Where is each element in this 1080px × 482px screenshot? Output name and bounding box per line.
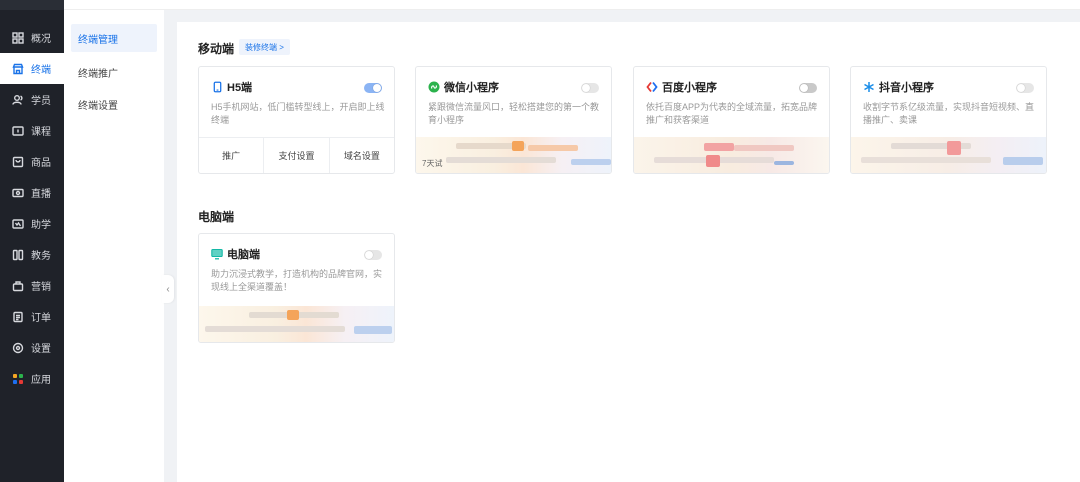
wechat-miniprogram-icon [428,81,440,93]
douyin-enable-toggle[interactable] [1016,83,1034,93]
course-icon [12,125,24,137]
users-icon [12,94,24,106]
card-title: H5端 [227,82,253,94]
goods-icon [12,156,24,168]
blurred-promo-banner: 7天试 [416,137,611,173]
baidu-miniprogram-icon [646,81,658,93]
douyin-miniprogram-card: 抖音小程序 收割字节系亿级流量，实现抖音短视频、直播推广、卖课 [850,66,1047,174]
nav-item-label: 学员 [31,96,51,107]
nav-item-apps[interactable]: 应用 [0,363,64,394]
nav-item-goods[interactable]: 商品 [0,146,64,177]
card-description: 收割字节系亿级流量，实现抖音短视频、直播推广、卖课 [863,102,1035,125]
pc-terminal-card: 电脑端 助力沉浸式教学，打造机构的品牌官网，实现线上全渠道覆盖！ [198,233,395,343]
nav-item-overview[interactable]: 概况 [0,22,64,53]
wechat-enable-toggle[interactable] [581,83,599,93]
nav-item-settings[interactable]: 设置 [0,332,64,363]
card-actions: 推广 支付设置 域名设置 [199,137,394,173]
nav-item-live[interactable]: 直播 [0,177,64,208]
nav-item-label: 直播 [31,189,51,200]
card-description: 助力沉浸式教学，打造机构的品牌官网，实现线上全渠道覆盖！ [211,269,383,292]
blurred-promo-banner [634,137,829,173]
nav-item-label: 教务 [31,251,51,262]
grid-icon [12,31,24,44]
baidu-miniprogram-card: 百度小程序 依托百度APP为代表的全域流量，拓宽品牌推广和获客渠道 [633,66,830,174]
nav-item-label: 概况 [31,34,51,45]
apps-icon [12,373,24,385]
nav-item-label: 终端 [31,65,51,76]
nav-item-label: 助学 [31,220,51,231]
card-header: 抖音小程序 [863,79,934,95]
settings-icon [12,342,24,354]
mobile-section-title: 移动端 [198,42,235,56]
nav-item-label: 设置 [31,344,51,355]
nav-item-label: 课程 [31,127,51,138]
nav-item-label: 应用 [31,375,51,386]
submenu-item-terminal-settings[interactable]: 终端设置 [71,90,157,118]
nav-item-label: 营销 [31,282,51,293]
wechat-miniprogram-card: 微信小程序 紧跟微信流量风口，轻松搭建您的第一个教育小程序 7天试 [415,66,612,174]
h5-enable-toggle[interactable] [364,83,382,93]
submenu-item-terminal-management[interactable]: 终端管理 [71,24,157,52]
desktop-section-title: 电脑端 [198,210,235,224]
main-nav: 概况 终端 学员 课程 商品 直播 助学 教务 营销 订单 设置 应用 [0,0,64,482]
study-icon [12,218,24,230]
nav-item-study-aid[interactable]: 助学 [0,208,64,239]
douyin-miniprogram-icon [863,81,875,93]
collapse-sidebar-button[interactable]: ‹ [162,275,174,303]
nav-item-students[interactable]: 学员 [0,84,64,115]
baidu-enable-toggle[interactable] [799,83,817,93]
h5-terminal-card: H5端 H5手机网站，低门槛转型线上，开启即上线终端 推广 支付设置 域名设置 [198,66,395,174]
submenu-item-terminal-promotion[interactable]: 终端推广 [71,58,157,86]
nav-item-label: 订单 [31,313,51,324]
card-title: 电脑端 [227,249,260,261]
domain-settings-button[interactable]: 域名设置 [330,138,394,173]
nav-item-marketing[interactable]: 营销 [0,270,64,301]
card-title: 微信小程序 [444,82,499,94]
trial-note: 7天试 [422,159,443,168]
nav-top-strip [0,0,64,10]
order-icon [12,311,24,323]
blurred-promo-banner [851,137,1046,173]
store-icon [12,63,24,75]
promote-button[interactable]: 推广 [199,138,265,173]
card-description: H5手机网站，低门槛转型线上，开启即上线终端 [211,102,385,125]
phone-icon [211,81,223,93]
card-header: 微信小程序 [428,79,499,95]
nav-item-label: 商品 [31,158,51,169]
card-header: 电脑端 [211,246,260,262]
decorate-terminal-link[interactable]: 装修终端 > [239,39,290,55]
nav-item-terminal[interactable]: 终端 [0,53,64,84]
nav-item-courses[interactable]: 课程 [0,115,64,146]
main-content: 移动端 装修终端 > H5端 H5手机网站，低门槛转型线上，开启即上线终端 推广… [177,22,1080,482]
card-description: 紧跟微信流量风口，轻松搭建您的第一个教育小程序 [428,102,600,125]
card-title: 百度小程序 [662,82,717,94]
card-description: 依托百度APP为代表的全域流量，拓宽品牌推广和获客渠道 [646,102,818,125]
pc-enable-toggle[interactable] [364,250,382,260]
academic-icon [12,249,24,261]
sub-menu: 终端管理 终端推广 终端设置 [64,10,164,482]
blurred-promo-banner [199,306,394,342]
chevron-left-icon: ‹ [166,283,170,295]
marketing-icon [12,280,24,292]
nav-item-academic[interactable]: 教务 [0,239,64,270]
card-header: H5端 [211,79,252,95]
monitor-icon [211,248,223,260]
card-title: 抖音小程序 [879,82,934,94]
live-icon [12,187,24,199]
nav-item-orders[interactable]: 订单 [0,301,64,332]
card-header: 百度小程序 [646,79,717,95]
top-header-bar [64,0,1080,10]
payment-settings-button[interactable]: 支付设置 [264,138,330,173]
